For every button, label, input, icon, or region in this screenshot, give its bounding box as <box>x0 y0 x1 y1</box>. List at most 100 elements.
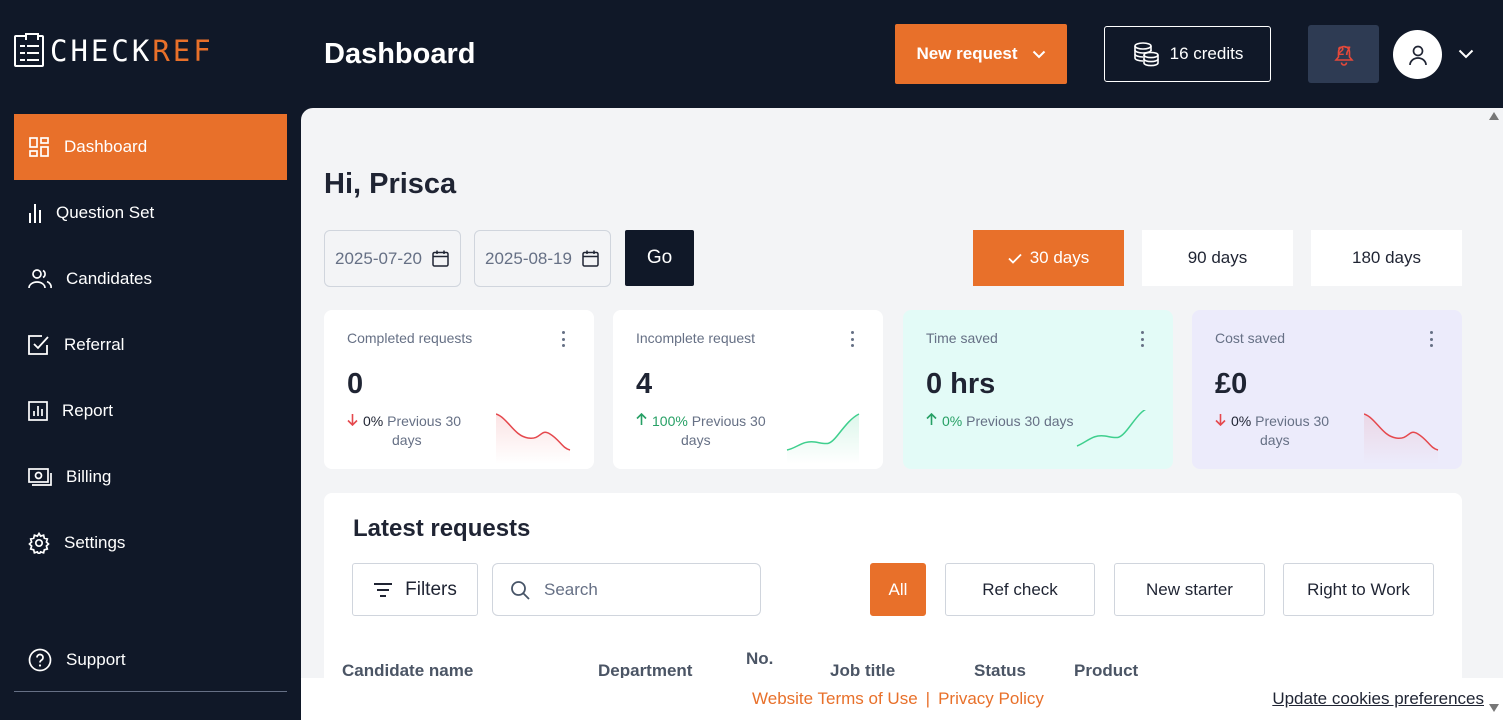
stat-label: Incomplete request <box>636 330 756 346</box>
filters-button[interactable]: Filters <box>352 563 478 616</box>
calendar-icon <box>582 250 599 267</box>
search-icon <box>511 580 530 600</box>
sidebar-item-dashboard[interactable]: Dashboard <box>14 114 287 180</box>
notification-count: 27 <box>1337 44 1351 58</box>
arrow-down-icon <box>347 412 361 431</box>
stat-previous: Previous 30 days <box>966 413 1074 429</box>
stat-label: Completed requests <box>347 330 473 346</box>
stat-trend: 100% Previous 30 days <box>636 412 776 450</box>
stat-previous-line2: days <box>681 432 711 448</box>
sidebar-item-label: Referral <box>64 335 125 354</box>
stat-value: 0 hrs <box>926 368 996 400</box>
more-vertical-icon[interactable] <box>1430 331 1434 347</box>
sidebar-item-question-set[interactable]: Question Set <box>14 180 287 246</box>
type-ref-check-button[interactable]: Ref check <box>945 563 1095 616</box>
footer: Website Terms of Use | Privacy Policy Upda… <box>301 678 1503 720</box>
type-all-button[interactable]: All <box>870 563 926 616</box>
stat-previous: Previous 30 <box>387 413 462 429</box>
stat-card-completed: Completed requests 0 0% Previous 30 days <box>324 310 594 469</box>
arrow-down-icon <box>1215 412 1229 431</box>
arrow-up-icon <box>926 412 940 431</box>
page-title: Dashboard <box>324 38 476 70</box>
date-from-value: 2025-07-20 <box>335 248 422 268</box>
sidebar-item-label: Billing <box>66 467 112 486</box>
range-label: 180 days <box>1352 248 1421 267</box>
type-right-to-work-button[interactable]: Right to Work <box>1283 563 1434 616</box>
filter-icon <box>374 582 393 597</box>
support-label: Support <box>66 649 126 669</box>
sidebar-item-settings[interactable]: Settings <box>14 510 287 576</box>
arrow-up-icon <box>636 412 650 431</box>
footer-links: Website Terms of Use | Privacy Policy <box>752 689 1044 709</box>
date-from-input[interactable]: 2025-07-20 <box>324 230 461 287</box>
app-logo[interactable]: CHECKREF <box>14 33 214 68</box>
new-request-button[interactable]: New request <box>895 24 1067 84</box>
stat-trend: 0% Previous 30 days <box>926 412 1096 431</box>
bar-chart-icon <box>29 204 41 223</box>
scroll-up-arrow-icon[interactable] <box>1489 112 1499 120</box>
sidebar-item-candidates[interactable]: Candidates <box>14 246 287 312</box>
privacy-link[interactable]: Privacy Policy <box>938 689 1044 708</box>
sidebar-item-support[interactable]: Support <box>14 628 287 692</box>
range-label: 90 days <box>1187 248 1248 267</box>
sidebar-item-referral[interactable]: Referral <box>14 312 287 378</box>
credits-label: 16 credits <box>1169 44 1244 63</box>
stat-card-cost-saved: Cost saved £0 0% Previous 30 days <box>1192 310 1462 469</box>
coins-icon <box>1133 42 1159 67</box>
column-header-number[interactable]: No. <box>746 649 773 669</box>
check-icon <box>1008 253 1022 264</box>
more-vertical-icon[interactable] <box>562 331 566 347</box>
grid-icon <box>29 137 49 157</box>
sidebar-item-report[interactable]: Report <box>14 378 287 444</box>
search-input[interactable] <box>544 579 734 600</box>
terms-link[interactable]: Website Terms of Use <box>752 689 918 708</box>
stat-trend: 0% Previous 30 days <box>347 412 487 450</box>
stat-card-time-saved: Time saved 0 hrs 0% Previous 30 days <box>903 310 1173 469</box>
sparkline-chart <box>1076 410 1147 447</box>
sidebar-item-label: Report <box>62 401 114 420</box>
user-avatar[interactable] <box>1393 30 1442 79</box>
new-request-label: New request <box>916 44 1018 63</box>
stat-percent: 0% <box>942 413 963 429</box>
stat-previous-line2: days <box>1260 432 1290 448</box>
user-icon <box>1408 45 1427 65</box>
stat-percent: 0% <box>1231 413 1252 429</box>
range-180-days-button[interactable]: 180 days <box>1311 230 1462 286</box>
stat-percent: 100% <box>652 413 688 429</box>
sidebar-item-label: Dashboard <box>64 137 148 156</box>
credits-button[interactable]: 16 credits <box>1104 26 1271 82</box>
checkbox-icon <box>28 335 49 355</box>
stat-trend: 0% Previous 30 days <box>1215 412 1355 450</box>
range-90-days-button[interactable]: 90 days <box>1142 230 1293 286</box>
notifications-button[interactable]: 27 <box>1308 25 1379 83</box>
help-icon <box>28 648 52 671</box>
main-panel: Hi, Prisca 2025-07-20 2025-08-19 Go 30 d… <box>301 108 1503 720</box>
gear-icon <box>28 532 50 554</box>
account-menu-toggle[interactable] <box>1456 44 1476 64</box>
chevron-down-icon <box>1458 49 1474 59</box>
vertical-scrollbar[interactable] <box>1487 108 1503 720</box>
range-label: 30 days <box>1029 248 1090 267</box>
logo-text: CHECKREF <box>50 34 214 68</box>
more-vertical-icon[interactable] <box>1141 331 1145 347</box>
range-30-days-button[interactable]: 30 days <box>973 230 1124 286</box>
stat-value: 4 <box>636 368 653 400</box>
date-to-input[interactable]: 2025-08-19 <box>474 230 611 287</box>
stat-previous: Previous 30 <box>1255 413 1330 429</box>
stat-percent: 0% <box>363 413 384 429</box>
type-new-starter-button[interactable]: New starter <box>1114 563 1265 616</box>
more-vertical-icon[interactable] <box>851 331 855 347</box>
clipboard-icon <box>14 33 44 67</box>
billing-icon <box>28 468 52 486</box>
cookie-preferences-link[interactable]: Update cookies preferences <box>1272 689 1484 709</box>
stat-previous-line2: days <box>392 432 422 448</box>
calendar-icon <box>432 250 449 267</box>
stat-value: 0 <box>347 368 364 400</box>
go-button[interactable]: Go <box>625 230 694 286</box>
sidebar-item-label: Candidates <box>66 269 153 288</box>
chevron-down-icon <box>1032 50 1045 58</box>
search-box[interactable] <box>492 563 761 616</box>
sparkline-chart <box>496 413 571 464</box>
scroll-down-arrow-icon[interactable] <box>1489 704 1499 712</box>
sidebar-item-billing[interactable]: Billing <box>14 444 287 510</box>
